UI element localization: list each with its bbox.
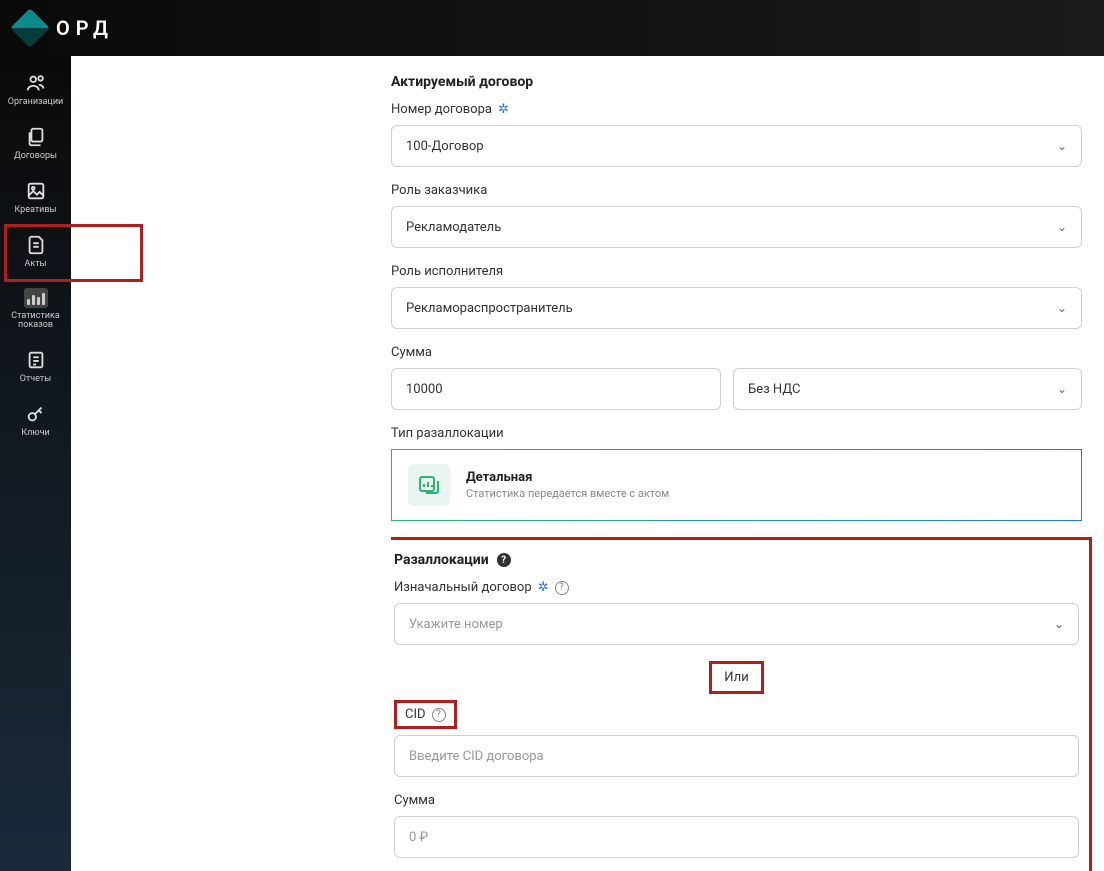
- contracts-icon: [25, 126, 47, 148]
- cid-label-wrap: CID ?: [394, 700, 457, 729]
- stats-icon: [24, 288, 48, 308]
- app-logo: ОРД: [16, 14, 114, 42]
- customer-role-select[interactable]: Рекламодатель ⌄: [391, 206, 1082, 248]
- app-title: ОРД: [56, 16, 114, 40]
- form-panel: 4 Актируемый договор Номер договора ✲ 10…: [391, 56, 1104, 871]
- sidebar-item-creatives[interactable]: Креативы: [0, 172, 71, 226]
- razalloc-section: Разаллокации ? Изначальный договор ✲ ? У…: [391, 537, 1092, 871]
- sidebar-label: Организации: [8, 98, 64, 108]
- allocation-card-subtitle: Статистика передается вместе с актом: [466, 487, 669, 500]
- sidebar-item-organizations[interactable]: Организации: [0, 64, 71, 118]
- chevron-down-icon: ⌄: [1057, 139, 1067, 153]
- amount-input[interactable]: [391, 368, 721, 410]
- sidebar-item-keys[interactable]: Ключи: [0, 395, 71, 449]
- logo-icon: [10, 8, 50, 48]
- cid-input[interactable]: [394, 735, 1079, 777]
- chevron-down-icon: ⌄: [1057, 220, 1067, 234]
- executor-role-select[interactable]: Рекламораспространитель ⌄: [391, 287, 1082, 329]
- original-contract-placeholder: Укажите номер: [409, 617, 503, 632]
- help-icon[interactable]: ?: [555, 581, 569, 595]
- section-title: Актируемый договор: [391, 74, 1082, 90]
- chevron-down-icon: ⌄: [1057, 382, 1067, 396]
- or-divider: Или: [394, 661, 1079, 694]
- or-text: Или: [709, 661, 763, 694]
- razalloc-title: Разаллокации ?: [394, 552, 1079, 568]
- sidebar-item-reports[interactable]: Отчеты: [0, 341, 71, 395]
- sidebar-label: Креативы: [15, 206, 57, 216]
- sidebar-label: Отчеты: [20, 375, 51, 385]
- help-icon[interactable]: ?: [497, 553, 511, 567]
- sidebar-item-stats[interactable]: Статистика показов: [0, 280, 71, 342]
- sidebar-label: Договоры: [14, 152, 57, 162]
- sidebar-item-contracts[interactable]: Договоры: [0, 118, 71, 172]
- contract-number-label: Номер договора ✲: [391, 102, 1082, 117]
- allocation-chart-icon: [408, 464, 450, 506]
- razalloc-amount-input[interactable]: [394, 816, 1079, 858]
- vat-select[interactable]: Без НДС ⌄: [733, 368, 1082, 410]
- chevron-down-icon: ⌄: [1054, 617, 1064, 631]
- chevron-down-icon: ⌄: [1057, 301, 1067, 315]
- sidebar-label: Статистика показов: [4, 312, 67, 332]
- keys-icon: [25, 403, 47, 425]
- executor-role-value: Рекламораспространитель: [406, 301, 573, 316]
- allocation-type-card[interactable]: Детальная Статистика передается вместе с…: [391, 449, 1082, 521]
- acts-icon: [25, 234, 47, 256]
- gear-icon[interactable]: ✲: [538, 580, 549, 595]
- sidebar-label: Ключи: [21, 429, 49, 439]
- reports-icon: [25, 349, 47, 371]
- allocation-type-label: Тип разаллокации: [391, 426, 1082, 441]
- sidebar-item-acts[interactable]: Акты: [0, 226, 71, 280]
- contract-number-select[interactable]: 100-Договор ⌄: [391, 125, 1082, 167]
- executor-role-label: Роль исполнителя: [391, 264, 1082, 279]
- original-contract-select[interactable]: Укажите номер ⌄: [394, 603, 1079, 645]
- vat-value: Без НДС: [748, 382, 800, 397]
- gear-icon[interactable]: ✲: [498, 102, 509, 117]
- creatives-icon: [25, 180, 47, 202]
- razalloc-amount-label: Сумма: [394, 793, 1079, 808]
- allocation-card-title: Детальная: [466, 470, 669, 485]
- contract-number-value: 100-Договор: [406, 139, 484, 154]
- customer-role-value: Рекламодатель: [406, 220, 501, 235]
- app-header: ОРД: [0, 0, 1104, 56]
- sidebar: Организации Договоры Креативы Акты: [0, 56, 71, 871]
- customer-role-label: Роль заказчика: [391, 183, 1082, 198]
- amount-label: Сумма: [391, 345, 1082, 360]
- org-icon: [25, 72, 47, 94]
- sidebar-label: Акты: [24, 260, 46, 270]
- cid-label: CID: [405, 707, 426, 722]
- help-icon[interactable]: ?: [432, 708, 446, 722]
- left-panel: [71, 56, 391, 871]
- original-contract-label: Изначальный договор ✲ ?: [394, 580, 1079, 595]
